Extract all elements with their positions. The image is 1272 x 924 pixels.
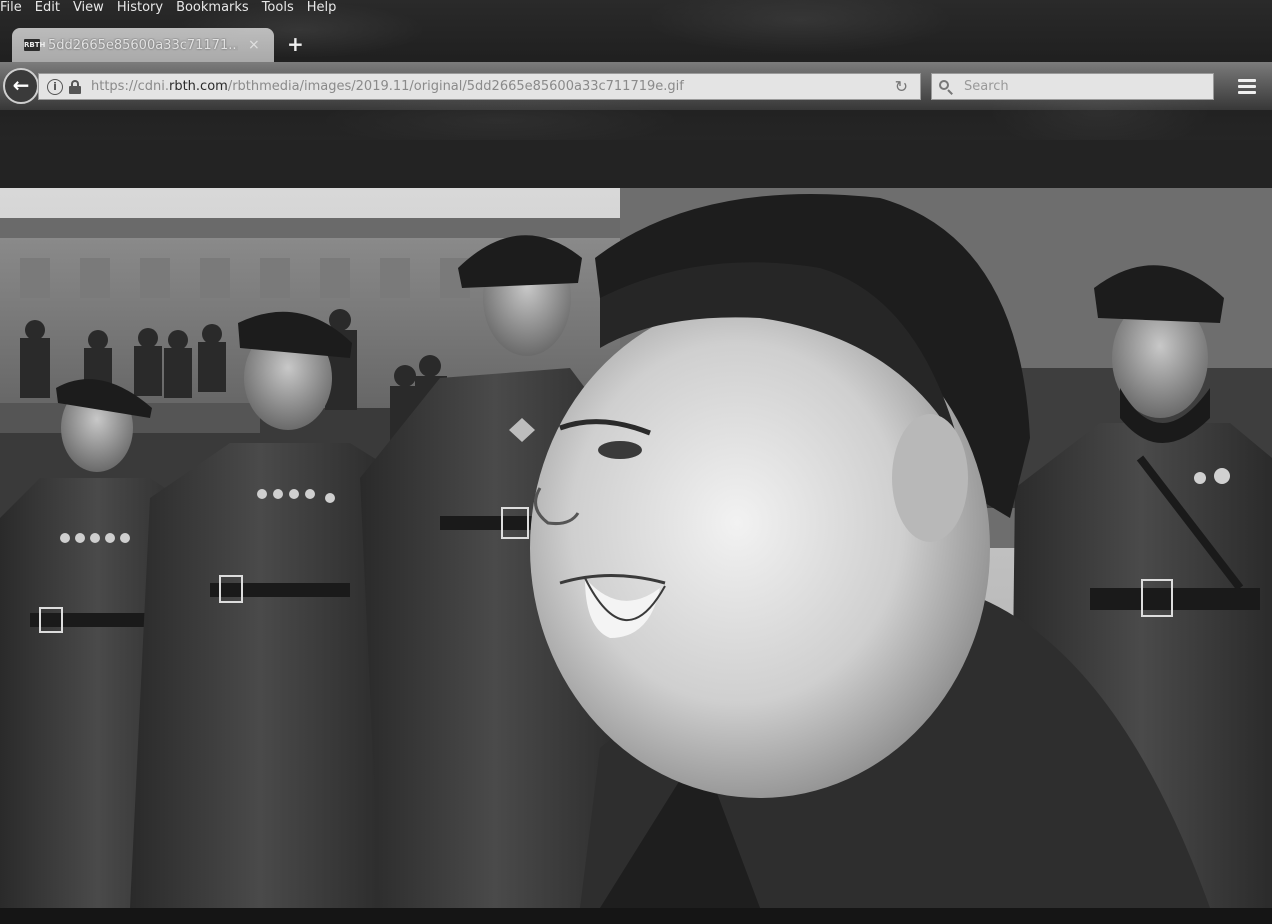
- url-domain: rbth.com: [168, 79, 228, 94]
- menu-bar: File Edit View History Bookmarks Tools H…: [0, 0, 345, 18]
- reload-icon[interactable]: ↻: [895, 77, 908, 96]
- search-icon: [938, 79, 954, 95]
- navigation-bar: ← i https://cdni.rbth.com/rbthmedia/imag…: [0, 62, 1272, 110]
- url-prefix: https://cdni.: [91, 79, 169, 94]
- page-top-band: [0, 140, 1272, 188]
- tab-active[interactable]: RBTH 5dd2665e85600a33c71171... ×: [12, 28, 274, 62]
- menu-bookmarks[interactable]: Bookmarks: [172, 0, 258, 18]
- menu-view[interactable]: View: [69, 0, 113, 18]
- search-input[interactable]: [962, 78, 1202, 95]
- site-favicon-icon: RBTH: [24, 39, 46, 51]
- browser-chrome: File Edit View History Bookmarks Tools H…: [0, 0, 1272, 140]
- photo-collage-graphic: [0, 188, 1272, 908]
- page-bottom-band: [0, 908, 1272, 924]
- tab-close-icon[interactable]: ×: [248, 37, 260, 53]
- search-bar[interactable]: [931, 73, 1214, 100]
- lock-icon: [69, 79, 81, 94]
- tab-title: 5dd2665e85600a33c71171...: [48, 37, 238, 53]
- tab-bar: RBTH 5dd2665e85600a33c71171... × +: [0, 26, 1272, 62]
- menu-tools[interactable]: Tools: [258, 0, 303, 18]
- hamburger-menu-icon[interactable]: [1234, 76, 1260, 98]
- menu-history[interactable]: History: [113, 0, 172, 18]
- url-bar[interactable]: i https://cdni.rbth.com/rbthmedia/images…: [38, 73, 921, 100]
- url-path: /rbthmedia/images/2019.11/original/5dd26…: [227, 79, 684, 94]
- back-button[interactable]: ←: [3, 68, 39, 104]
- menu-edit[interactable]: Edit: [31, 0, 69, 18]
- menu-help[interactable]: Help: [303, 0, 346, 18]
- displayed-photo: [0, 188, 1272, 908]
- site-info-icon[interactable]: i: [47, 78, 63, 95]
- new-tab-button[interactable]: +: [287, 32, 304, 56]
- url-text[interactable]: https://cdni.rbth.com/rbthmedia/images/2…: [91, 79, 895, 94]
- menu-file[interactable]: File: [0, 0, 31, 18]
